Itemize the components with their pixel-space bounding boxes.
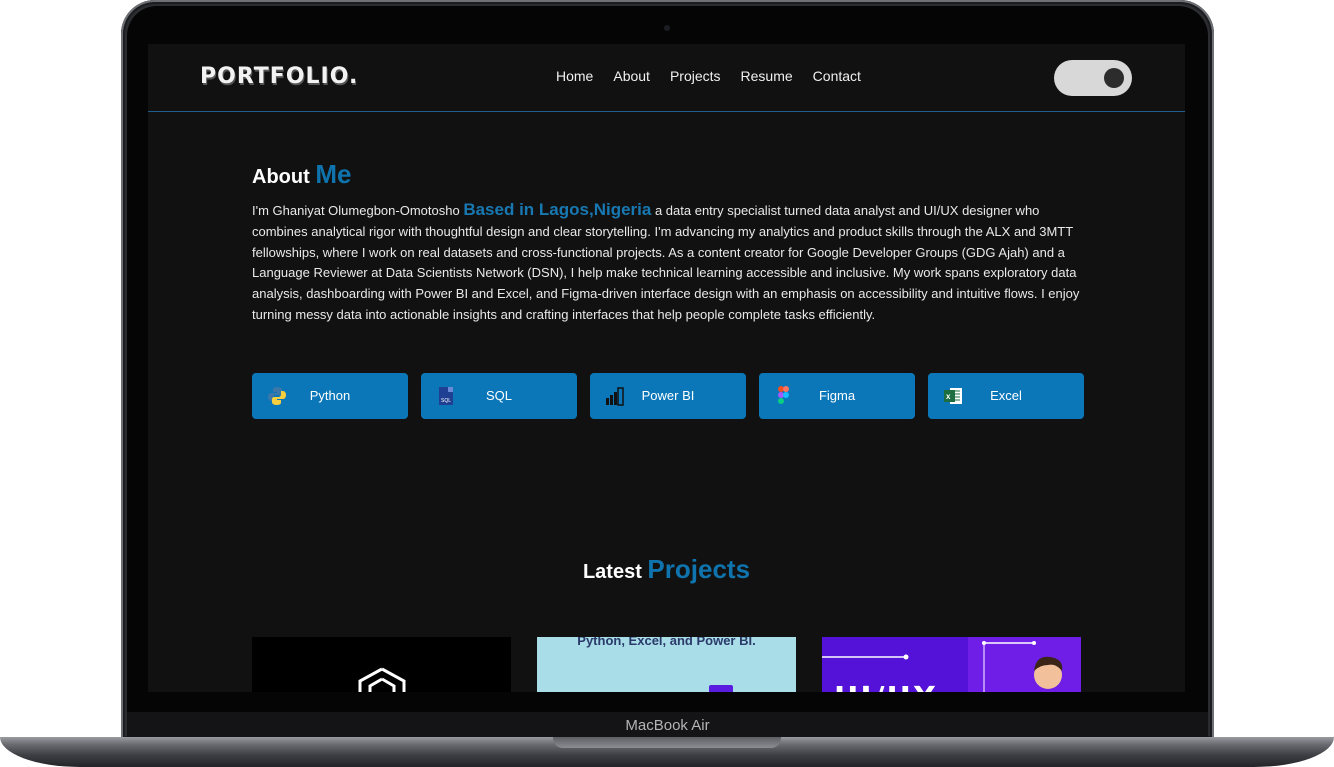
project-card-3-illustration <box>968 637 1081 692</box>
about-heading-prefix: About <box>252 166 310 188</box>
skill-label: SQL <box>485 388 512 403</box>
nav-links: Home About Projects Resume Contact <box>556 68 861 84</box>
website-screen: PORTFOLIO. Home About Projects Resume Co… <box>148 44 1185 692</box>
skill-excel[interactable]: x Excel <box>928 373 1084 419</box>
skill-figma[interactable]: Figma <box>759 373 915 419</box>
project-card-2-graphic <box>709 685 733 692</box>
camera-icon <box>664 25 670 31</box>
skill-label: Power BI <box>641 388 695 403</box>
nav-home[interactable]: Home <box>556 68 593 84</box>
about-heading: About Me <box>252 159 351 190</box>
about-bio: I'm Ghaniyat Olumegbon-Omotosho Based in… <box>252 200 1082 326</box>
projects-heading-prefix: Latest <box>582 561 642 583</box>
nav-about[interactable]: About <box>613 68 650 84</box>
laptop-notch <box>553 737 781 748</box>
skill-python[interactable]: Python <box>252 373 408 419</box>
model-label: MacBook Air <box>625 717 710 734</box>
project-card-2-caption: Python, Excel, and Power BI. <box>577 637 756 648</box>
hexagon-logo-icon <box>358 667 406 692</box>
person-avatar-icon <box>982 641 1063 692</box>
line-graphic-icon <box>822 654 909 660</box>
nav-projects[interactable]: Projects <box>670 68 721 84</box>
skill-power-bi[interactable]: Power BI <box>590 373 746 419</box>
projects-heading: Latest Projects <box>148 554 1185 585</box>
toggle-knob <box>1104 68 1124 88</box>
projects-heading-accent: Projects <box>647 554 751 584</box>
skill-label: Excel <box>990 388 1022 403</box>
theme-toggle[interactable] <box>1054 60 1132 96</box>
project-card-2[interactable]: Python, Excel, and Power BI. <box>537 637 796 692</box>
skills-row: Python SQL SQL Power BI Figma x Excel <box>252 373 1084 419</box>
skill-label: Python <box>309 388 351 403</box>
project-card-3[interactable]: UI/UX <box>822 637 1081 692</box>
about-bio-text: a data entry specialist turned data anal… <box>252 203 1080 322</box>
project-card-3-caption: UI/UX <box>834 681 938 692</box>
skill-label: Figma <box>818 388 856 403</box>
about-heading-accent: Me <box>315 159 352 189</box>
logo[interactable]: PORTFOLIO. <box>200 64 358 89</box>
nav-resume[interactable]: Resume <box>741 68 793 84</box>
skill-sql[interactable]: SQL SQL <box>421 373 577 419</box>
nav-contact[interactable]: Contact <box>813 68 861 84</box>
project-card-1[interactable] <box>252 637 511 692</box>
navbar: PORTFOLIO. Home About Projects Resume Co… <box>148 44 1185 112</box>
about-location: Based in Lagos,Nigeria <box>463 200 652 219</box>
about-intro: I'm Ghaniyat Olumegbon-Omotosho <box>252 203 460 218</box>
